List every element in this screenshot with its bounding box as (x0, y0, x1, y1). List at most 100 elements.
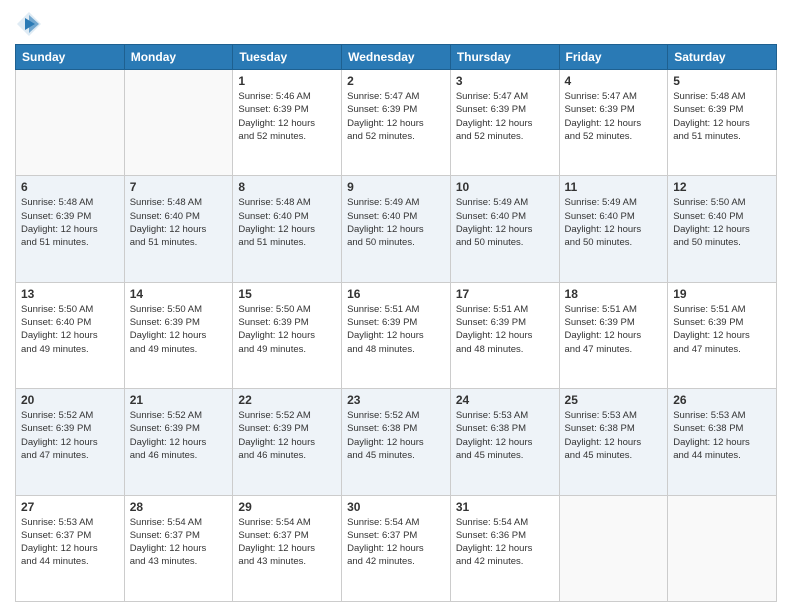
calendar-cell: 1 Sunrise: 5:46 AMSunset: 6:39 PMDaylight… (233, 70, 342, 176)
day-number: 16 (347, 287, 445, 301)
calendar-cell: 15 Sunrise: 5:50 AMSunset: 6:39 PMDayligh… (233, 282, 342, 388)
calendar-cell: 5Sunrise: 5:48 AMSunset: 6:39 PMDaylight… (668, 70, 777, 176)
day-info: Sunrise: 5:52 AMSunset: 6:39 PMDaylight:… (238, 409, 336, 462)
day-number: 19 (673, 287, 771, 301)
day-info: Sunrise: 5:51 AMSunset: 6:39 PMDaylight:… (456, 303, 554, 356)
calendar-week-5: 27Sunrise: 5:53 AMSunset: 6:37 PMDayligh… (16, 495, 777, 601)
calendar-cell (559, 495, 668, 601)
day-info: Sunrise: 5:53 AMSunset: 6:38 PMDaylight:… (456, 409, 554, 462)
calendar-cell (668, 495, 777, 601)
day-number: 21 (130, 393, 228, 407)
calendar-week-4: 20 Sunrise: 5:52 AMSunset: 6:39 PMDayligh… (16, 389, 777, 495)
logo-icon (15, 10, 43, 38)
calendar-cell: 11Sunrise: 5:49 AMSunset: 6:40 PMDayligh… (559, 176, 668, 282)
day-number: 12 (673, 180, 771, 194)
day-info: Sunrise: 5:48 AMSunset: 6:40 PMDaylight:… (238, 196, 336, 249)
day-number: 24 (456, 393, 554, 407)
day-info: Sunrise: 5:54 AMSunset: 6:37 PMDaylight:… (238, 516, 336, 569)
calendar-cell: 13 Sunrise: 5:50 AMSunset: 6:40 PMDayligh… (16, 282, 125, 388)
calendar-header-monday: Monday (124, 45, 233, 70)
day-number: 20 (21, 393, 119, 407)
calendar-cell: 29 Sunrise: 5:54 AMSunset: 6:37 PMDayligh… (233, 495, 342, 601)
day-info: Sunrise: 5:53 AMSunset: 6:38 PMDaylight:… (673, 409, 771, 462)
calendar-cell: 2 Sunrise: 5:47 AMSunset: 6:39 PMDaylight… (342, 70, 451, 176)
day-number: 14 (130, 287, 228, 301)
calendar-cell: 8 Sunrise: 5:48 AMSunset: 6:40 PMDaylight… (233, 176, 342, 282)
day-info: Sunrise: 5:47 AMSunset: 6:39 PMDaylight:… (565, 90, 663, 143)
day-number: 28 (130, 500, 228, 514)
calendar-cell: 20 Sunrise: 5:52 AMSunset: 6:39 PMDayligh… (16, 389, 125, 495)
calendar-week-2: 6Sunrise: 5:48 AMSunset: 6:39 PMDaylight… (16, 176, 777, 282)
day-info: Sunrise: 5:51 AMSunset: 6:39 PMDaylight:… (673, 303, 771, 356)
calendar: SundayMondayTuesdayWednesdayThursdayFrid… (15, 44, 777, 602)
day-info: Sunrise: 5:46 AMSunset: 6:39 PMDaylight:… (238, 90, 336, 143)
calendar-cell: 3Sunrise: 5:47 AMSunset: 6:39 PMDaylight… (450, 70, 559, 176)
day-info: Sunrise: 5:50 AMSunset: 6:40 PMDaylight:… (21, 303, 119, 356)
day-info: Sunrise: 5:48 AMSunset: 6:39 PMDaylight:… (21, 196, 119, 249)
day-number: 2 (347, 74, 445, 88)
calendar-cell: 12 Sunrise: 5:50 AMSunset: 6:40 PMDayligh… (668, 176, 777, 282)
calendar-cell: 30Sunrise: 5:54 AMSunset: 6:37 PMDayligh… (342, 495, 451, 601)
day-info: Sunrise: 5:52 AMSunset: 6:39 PMDaylight:… (130, 409, 228, 462)
calendar-cell (124, 70, 233, 176)
day-number: 30 (347, 500, 445, 514)
calendar-cell: 19 Sunrise: 5:51 AMSunset: 6:39 PMDayligh… (668, 282, 777, 388)
calendar-cell: 28 Sunrise: 5:54 AMSunset: 6:37 PMDayligh… (124, 495, 233, 601)
day-info: Sunrise: 5:47 AMSunset: 6:39 PMDaylight:… (347, 90, 445, 143)
day-number: 10 (456, 180, 554, 194)
calendar-cell: 4 Sunrise: 5:47 AMSunset: 6:39 PMDaylight… (559, 70, 668, 176)
calendar-cell: 27Sunrise: 5:53 AMSunset: 6:37 PMDayligh… (16, 495, 125, 601)
day-info: Sunrise: 5:50 AMSunset: 6:39 PMDaylight:… (238, 303, 336, 356)
calendar-header-row: SundayMondayTuesdayWednesdayThursdayFrid… (16, 45, 777, 70)
calendar-cell: 9 Sunrise: 5:49 AMSunset: 6:40 PMDaylight… (342, 176, 451, 282)
day-number: 9 (347, 180, 445, 194)
day-number: 13 (21, 287, 119, 301)
calendar-cell: 17 Sunrise: 5:51 AMSunset: 6:39 PMDayligh… (450, 282, 559, 388)
day-info: Sunrise: 5:50 AMSunset: 6:39 PMDaylight:… (130, 303, 228, 356)
calendar-header-saturday: Saturday (668, 45, 777, 70)
calendar-cell: 6Sunrise: 5:48 AMSunset: 6:39 PMDaylight… (16, 176, 125, 282)
day-info: Sunrise: 5:49 AMSunset: 6:40 PMDaylight:… (347, 196, 445, 249)
calendar-header-wednesday: Wednesday (342, 45, 451, 70)
day-number: 29 (238, 500, 336, 514)
logo (15, 10, 47, 38)
day-info: Sunrise: 5:51 AMSunset: 6:39 PMDaylight:… (347, 303, 445, 356)
calendar-cell: 10 Sunrise: 5:49 AMSunset: 6:40 PMDayligh… (450, 176, 559, 282)
day-number: 31 (456, 500, 554, 514)
calendar-header-tuesday: Tuesday (233, 45, 342, 70)
calendar-header-thursday: Thursday (450, 45, 559, 70)
day-info: Sunrise: 5:54 AMSunset: 6:37 PMDaylight:… (130, 516, 228, 569)
day-number: 26 (673, 393, 771, 407)
day-number: 18 (565, 287, 663, 301)
day-info: Sunrise: 5:52 AMSunset: 6:39 PMDaylight:… (21, 409, 119, 462)
day-number: 22 (238, 393, 336, 407)
day-info: Sunrise: 5:52 AMSunset: 6:38 PMDaylight:… (347, 409, 445, 462)
calendar-header-friday: Friday (559, 45, 668, 70)
calendar-cell (16, 70, 125, 176)
calendar-cell: 26 Sunrise: 5:53 AMSunset: 6:38 PMDayligh… (668, 389, 777, 495)
day-info: Sunrise: 5:50 AMSunset: 6:40 PMDaylight:… (673, 196, 771, 249)
day-info: Sunrise: 5:49 AMSunset: 6:40 PMDaylight:… (456, 196, 554, 249)
calendar-week-1: 1 Sunrise: 5:46 AMSunset: 6:39 PMDaylight… (16, 70, 777, 176)
day-number: 25 (565, 393, 663, 407)
day-number: 7 (130, 180, 228, 194)
calendar-cell: 22 Sunrise: 5:52 AMSunset: 6:39 PMDayligh… (233, 389, 342, 495)
day-number: 8 (238, 180, 336, 194)
day-number: 11 (565, 180, 663, 194)
day-number: 15 (238, 287, 336, 301)
day-number: 23 (347, 393, 445, 407)
calendar-cell: 14 Sunrise: 5:50 AMSunset: 6:39 PMDayligh… (124, 282, 233, 388)
calendar-cell: 18Sunrise: 5:51 AMSunset: 6:39 PMDayligh… (559, 282, 668, 388)
header (15, 10, 777, 38)
calendar-cell: 24 Sunrise: 5:53 AMSunset: 6:38 PMDayligh… (450, 389, 559, 495)
calendar-cell: 16 Sunrise: 5:51 AMSunset: 6:39 PMDayligh… (342, 282, 451, 388)
calendar-cell: 25 Sunrise: 5:53 AMSunset: 6:38 PMDayligh… (559, 389, 668, 495)
day-info: Sunrise: 5:53 AMSunset: 6:37 PMDaylight:… (21, 516, 119, 569)
calendar-cell: 31Sunrise: 5:54 AMSunset: 6:36 PMDayligh… (450, 495, 559, 601)
day-info: Sunrise: 5:48 AMSunset: 6:39 PMDaylight:… (673, 90, 771, 143)
calendar-header-sunday: Sunday (16, 45, 125, 70)
day-number: 4 (565, 74, 663, 88)
day-number: 1 (238, 74, 336, 88)
day-info: Sunrise: 5:53 AMSunset: 6:38 PMDaylight:… (565, 409, 663, 462)
day-number: 17 (456, 287, 554, 301)
